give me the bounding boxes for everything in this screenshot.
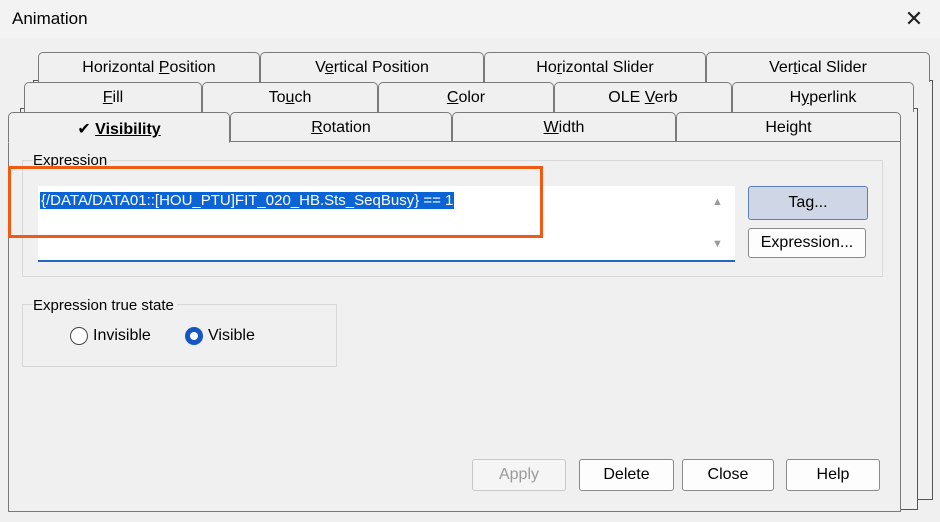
close-button[interactable]: Close: [682, 459, 774, 491]
tab-fill[interactable]: Fill: [24, 82, 202, 112]
visible-radio[interactable]: [185, 327, 203, 345]
true-state-group-label: Expression true state: [33, 297, 177, 314]
tab-ole-verb[interactable]: OLE Verb: [554, 82, 732, 112]
help-button[interactable]: Help: [786, 459, 880, 491]
highlight-box: [8, 166, 543, 238]
tab-hyperlink[interactable]: Hyperlink: [732, 82, 914, 112]
tag-button[interactable]: Tag...: [748, 186, 868, 220]
tab-height[interactable]: Height: [676, 112, 901, 141]
scroll-down-icon[interactable]: ▼: [712, 238, 723, 250]
delete-button[interactable]: Delete: [579, 459, 674, 491]
tab-vertical-slider[interactable]: Vertical Slider: [706, 52, 930, 82]
apply-button[interactable]: Apply: [472, 459, 566, 491]
checkmark-icon: ✔: [77, 121, 91, 138]
tab-touch[interactable]: Touch: [202, 82, 378, 112]
tab-width[interactable]: Width: [452, 112, 676, 141]
tab-rotation[interactable]: Rotation: [230, 112, 452, 141]
visible-radio-label[interactable]: Visible: [208, 327, 255, 345]
scroll-up-icon[interactable]: ▲: [712, 196, 723, 208]
tab-vertical-position[interactable]: Vertical Position: [260, 52, 484, 82]
expression-button[interactable]: Expression...: [748, 228, 866, 258]
tab-horizontal-slider[interactable]: Horizontal Slider: [484, 52, 706, 82]
tab-visibility[interactable]: ✔ Visibility: [8, 112, 230, 143]
tab-color[interactable]: Color: [378, 82, 554, 112]
invisible-radio[interactable]: [70, 327, 88, 345]
close-icon[interactable]: ✕: [897, 4, 931, 34]
tab-horizontal-position[interactable]: Horizontal Position: [38, 52, 260, 82]
title-bar: [0, 0, 940, 38]
invisible-radio-label[interactable]: Invisible: [93, 327, 151, 345]
window-title: Animation: [12, 9, 88, 28]
